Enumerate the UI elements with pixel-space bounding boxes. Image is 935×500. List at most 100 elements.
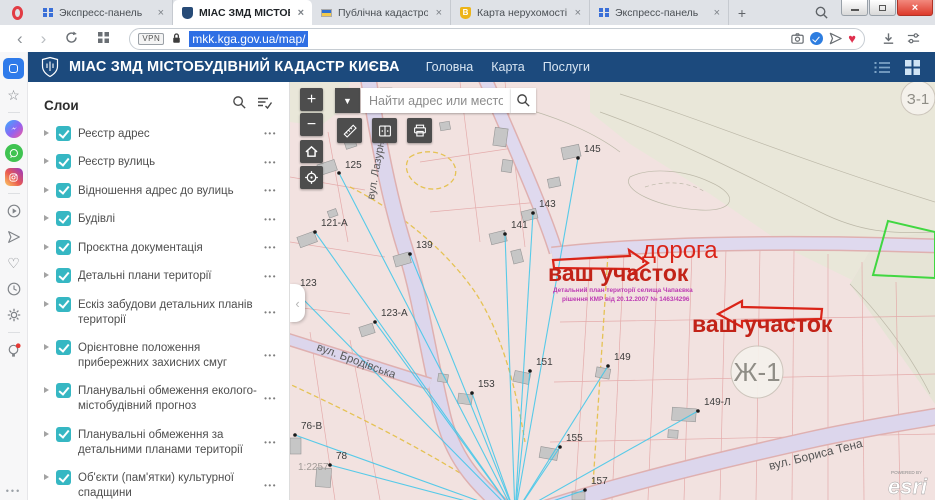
tab-search-icon[interactable]: [806, 0, 836, 25]
easy-setup-bulb-icon[interactable]: [4, 340, 24, 360]
layer-options-icon[interactable]: •••: [264, 129, 277, 138]
speed-dial-icon[interactable]: [90, 30, 117, 47]
url-field[interactable]: VPN mkk.kga.gov.ua/map/ ♥: [129, 28, 865, 50]
sidebar-more-icon[interactable]: •••: [6, 486, 21, 496]
layer-options-icon[interactable]: •••: [264, 215, 277, 224]
layer-options-icon[interactable]: •••: [264, 438, 277, 447]
nav-holovna[interactable]: Головна: [426, 60, 474, 74]
list-view-icon[interactable]: [873, 59, 892, 76]
forward-button[interactable]: ›: [34, 30, 54, 47]
layer-checkbox[interactable]: [56, 383, 71, 398]
layer-checkbox[interactable]: [56, 340, 71, 355]
layer-checkbox[interactable]: [56, 126, 71, 141]
expand-caret-icon[interactable]: [44, 187, 49, 193]
tab-close-icon[interactable]: ×: [434, 7, 444, 19]
send-to-device-icon[interactable]: [828, 31, 843, 46]
expand-caret-icon[interactable]: [44, 431, 49, 437]
layer-checkbox[interactable]: [56, 154, 71, 169]
instagram-icon[interactable]: [5, 168, 23, 186]
tab-close-icon[interactable]: ×: [296, 7, 306, 19]
layer-options-icon[interactable]: •••: [264, 351, 277, 360]
close-button[interactable]: ×: [897, 0, 933, 16]
restore-button[interactable]: [869, 0, 896, 16]
bookmarks-star-icon[interactable]: ☆: [4, 85, 24, 105]
browser-window: Экспресс-панель × МІАС ЗМД МІСТОБУДІВНИЙ…: [0, 0, 935, 500]
tab-speed-dial-1[interactable]: Экспресс-панель ×: [34, 0, 173, 25]
tab-cadastre[interactable]: Публічна кадастрова карта ×: [312, 0, 451, 25]
expand-caret-icon[interactable]: [44, 272, 49, 278]
map-canvas[interactable]: Ж-1 З-1 125 145 143 141 121-А 139 123: [290, 82, 935, 500]
expand-caret-icon[interactable]: [44, 158, 49, 164]
search-source-dropdown[interactable]: ▼: [335, 88, 360, 113]
url-text-selected[interactable]: mkk.kga.gov.ua/map/: [189, 31, 308, 47]
measure-tool-button[interactable]: [337, 118, 362, 143]
bookmark-heart-icon[interactable]: ♥: [848, 32, 856, 45]
downloads-icon[interactable]: [881, 31, 896, 46]
expand-caret-icon[interactable]: [44, 474, 49, 480]
zoom-in-button[interactable]: +: [300, 88, 323, 111]
locate-button[interactable]: [300, 166, 323, 189]
layer-checkbox[interactable]: [56, 268, 71, 283]
layer-options-icon[interactable]: •••: [264, 158, 277, 167]
layer-options-icon[interactable]: •••: [264, 481, 277, 490]
new-tab-button[interactable]: +: [729, 0, 755, 25]
layer-checkbox[interactable]: [56, 427, 71, 442]
map-search-input[interactable]: [361, 88, 511, 113]
layer-options-icon[interactable]: •••: [264, 272, 277, 281]
expand-caret-icon[interactable]: [44, 301, 49, 307]
nav-karta[interactable]: Карта: [491, 60, 524, 74]
print-tool-button[interactable]: [407, 118, 432, 143]
messenger-icon[interactable]: [5, 120, 23, 138]
expand-caret-icon[interactable]: [44, 130, 49, 136]
address-label: 149: [614, 352, 631, 363]
grid-view-icon[interactable]: [904, 59, 921, 76]
tab-label: МІАС ЗМД МІСТОБУДІВНИЙ: [199, 7, 290, 19]
nav-posluhy[interactable]: Послуги: [543, 60, 590, 74]
tab-close-icon[interactable]: ×: [573, 7, 583, 19]
tune-settings-icon[interactable]: [906, 31, 921, 46]
vpn-badge[interactable]: VPN: [138, 33, 164, 45]
whatsapp-icon[interactable]: [5, 144, 23, 162]
layer-options-icon[interactable]: •••: [264, 394, 277, 403]
tab-miac-active[interactable]: МІАС ЗМД МІСТОБУДІВНИЙ ×: [173, 0, 312, 25]
personal-news-heart-icon[interactable]: ♡: [4, 253, 24, 273]
basemap-tool-button[interactable]: [372, 118, 397, 143]
tab-speed-dial-2[interactable]: Экспресс-панель ×: [590, 0, 729, 25]
opera-menu-button[interactable]: [0, 0, 34, 25]
player-icon[interactable]: [4, 201, 24, 221]
layers-search-icon[interactable]: [232, 95, 247, 115]
layer-checkbox[interactable]: [56, 183, 71, 198]
snapshot-camera-icon[interactable]: [790, 31, 805, 46]
layer-checkbox[interactable]: [56, 470, 71, 485]
telegram-plane-icon[interactable]: [4, 227, 24, 247]
layer-checkbox[interactable]: [56, 211, 71, 226]
settings-gear-icon[interactable]: [4, 305, 24, 325]
expand-caret-icon[interactable]: [44, 215, 49, 221]
expand-caret-icon[interactable]: [44, 244, 49, 250]
zoom-out-button[interactable]: −: [300, 113, 323, 136]
layer-options-icon[interactable]: •••: [264, 243, 277, 252]
reload-button[interactable]: [57, 30, 86, 48]
minimize-button[interactable]: [841, 0, 868, 16]
opera-sidebar: ☆ ♡ •••: [0, 52, 28, 500]
history-clock-icon[interactable]: [4, 279, 24, 299]
expand-caret-icon[interactable]: [44, 344, 49, 350]
layer-options-icon[interactable]: •••: [264, 186, 277, 195]
layers-filter-icon[interactable]: [257, 96, 273, 115]
tab-realty-map[interactable]: Карта нерухомості України ×: [451, 0, 590, 25]
tab-close-icon[interactable]: ×: [156, 7, 166, 19]
layer-checkbox[interactable]: [56, 297, 71, 312]
panel-collapse-handle[interactable]: ‹: [290, 284, 305, 322]
speed-dial-home-icon[interactable]: [3, 58, 24, 79]
layer-checkbox[interactable]: [56, 240, 71, 255]
map-search-button[interactable]: [511, 88, 536, 113]
tab-close-icon[interactable]: ×: [712, 7, 722, 19]
layer-options-icon[interactable]: •••: [264, 308, 277, 317]
verified-badge-icon[interactable]: [810, 32, 823, 45]
back-button[interactable]: ‹: [10, 30, 30, 47]
dpt-note-line1: Детальний план території селища Чапаєвка: [553, 286, 693, 294]
expand-caret-icon[interactable]: [44, 387, 49, 393]
map-container: Ж-1 З-1 125 145 143 141 121-А 139 123: [290, 82, 935, 500]
home-extent-button[interactable]: [300, 140, 323, 163]
address-label: 143: [539, 199, 556, 210]
